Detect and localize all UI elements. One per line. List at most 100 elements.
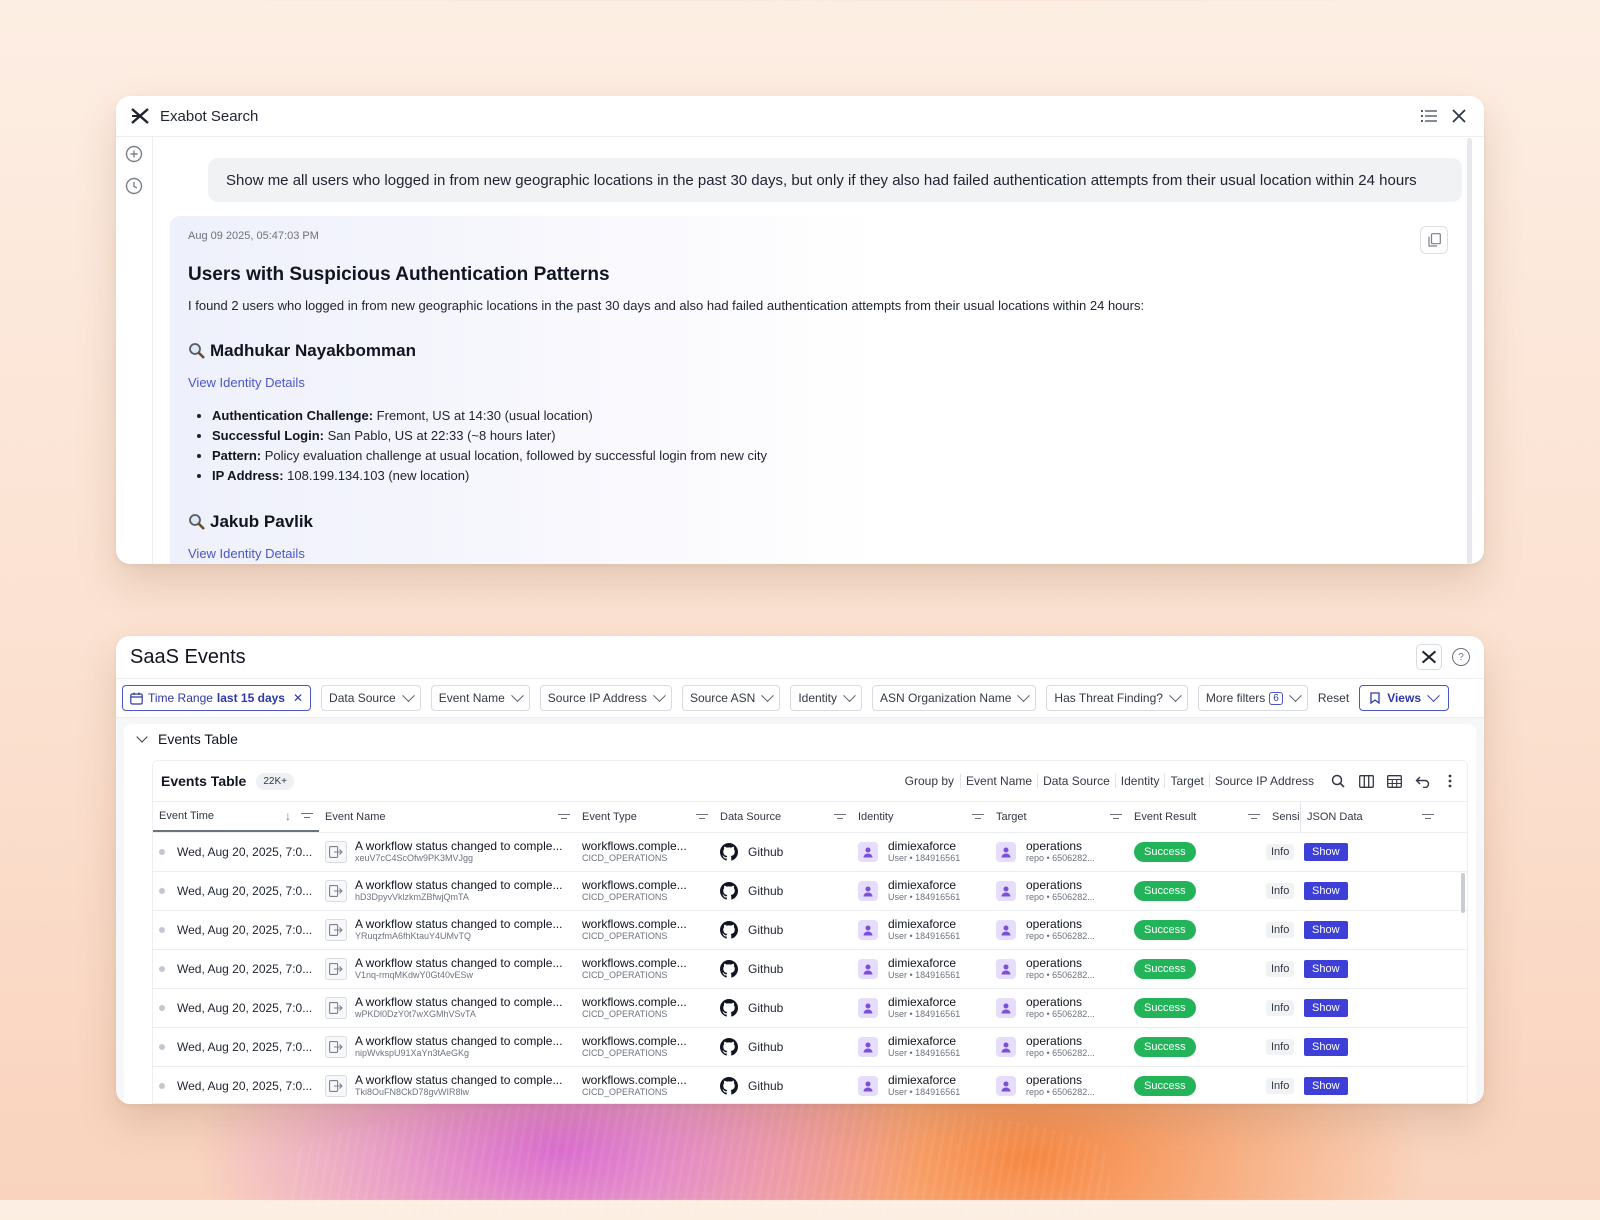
- identity-cell: dimiexaforce User • 184916561: [852, 911, 990, 949]
- chevron-down-icon[interactable]: [136, 731, 148, 743]
- group-by-identity[interactable]: Identity: [1114, 774, 1165, 788]
- json-data-cell: Show: [1300, 1028, 1440, 1066]
- table-row[interactable]: Wed, Aug 20, 2025, 7:0... A workflow sta…: [153, 911, 1467, 950]
- help-icon[interactable]: ?: [1452, 648, 1470, 666]
- event-name-filter[interactable]: Event Name: [430, 685, 530, 711]
- sensitivity-badge: Info: [1266, 1039, 1295, 1055]
- table-row[interactable]: Wed, Aug 20, 2025, 7:0... A workflow sta…: [153, 989, 1467, 1028]
- source-ip-filter[interactable]: Source IP Address: [539, 685, 672, 711]
- column-header-sensitivity[interactable]: Sensi: [1266, 802, 1300, 832]
- user-query-bubble: Show me all users who logged in from new…: [208, 158, 1462, 202]
- row-count-badge: 22K+: [256, 772, 294, 790]
- events-section-header[interactable]: Events Table: [124, 724, 1476, 754]
- view-identity-details-link[interactable]: View Identity Details: [188, 546, 305, 561]
- user-avatar-icon: [996, 842, 1016, 862]
- show-json-button[interactable]: Show: [1304, 999, 1348, 1017]
- user-avatar-icon: [858, 998, 878, 1018]
- undo-icon[interactable]: [1413, 772, 1431, 790]
- magnifier-icon: [189, 514, 205, 530]
- filter-icon[interactable]: [972, 813, 984, 822]
- table-row[interactable]: Wed, Aug 20, 2025, 7:0... A workflow sta…: [153, 1067, 1467, 1103]
- column-header-identity[interactable]: Identity: [852, 802, 990, 832]
- time-range-filter[interactable]: Time Range last 15 days ✕: [122, 685, 312, 711]
- page-title: SaaS Events: [130, 645, 246, 668]
- user-avatar-icon: [996, 959, 1016, 979]
- event-result-cell: Success: [1128, 1067, 1266, 1103]
- json-data-cell: Show: [1300, 989, 1440, 1027]
- search-icon[interactable]: [1329, 772, 1347, 790]
- close-icon[interactable]: [1448, 105, 1470, 127]
- column-header-target[interactable]: Target: [990, 802, 1128, 832]
- table-row[interactable]: Wed, Aug 20, 2025, 7:0... A workflow sta…: [153, 950, 1467, 989]
- list-item: Successful Login: San Pablo, US at 22:33…: [212, 426, 1444, 446]
- user-avatar-icon: [858, 1037, 878, 1057]
- group-by-event-name[interactable]: Event Name: [960, 774, 1037, 788]
- chat-scrollbar[interactable]: [1467, 138, 1472, 564]
- copy-icon[interactable]: [1420, 226, 1448, 254]
- clear-filter-icon[interactable]: ✕: [293, 691, 303, 705]
- filter-icon[interactable]: [696, 813, 708, 822]
- filter-icon[interactable]: [1422, 813, 1434, 822]
- table-row[interactable]: Wed, Aug 20, 2025, 7:0... A workflow sta…: [153, 1028, 1467, 1067]
- identity-cell: dimiexaforce User • 184916561: [852, 1067, 990, 1103]
- show-json-button[interactable]: Show: [1304, 921, 1348, 939]
- list-icon[interactable]: [1418, 105, 1440, 127]
- identity-filter[interactable]: Identity: [790, 685, 863, 711]
- exabot-launch-button[interactable]: [1416, 644, 1442, 670]
- identity-cell: dimiexaforce User • 184916561: [852, 1028, 990, 1066]
- exabot-search-panel: Exabot Search Show me all users who logg…: [116, 96, 1484, 564]
- saas-header: SaaS Events ?: [116, 636, 1484, 679]
- filter-icon[interactable]: [834, 813, 846, 822]
- json-data-cell: Show: [1300, 1067, 1440, 1103]
- github-icon: [720, 960, 738, 978]
- sensitivity-badge: Info: [1266, 883, 1295, 899]
- column-header-event-name[interactable]: Event Name: [319, 802, 576, 832]
- table-row[interactable]: Wed, Aug 20, 2025, 7:0... A workflow sta…: [153, 872, 1467, 911]
- new-chat-icon[interactable]: [124, 144, 144, 164]
- event-time-cell: Wed, Aug 20, 2025, 7:0...: [153, 1067, 319, 1103]
- group-by-data-source[interactable]: Data Source: [1037, 774, 1115, 788]
- github-icon: [720, 882, 738, 900]
- column-header-event-result[interactable]: Event Result: [1128, 802, 1266, 832]
- column-header-event-type[interactable]: Event Type: [576, 802, 714, 832]
- filter-icon[interactable]: [1248, 813, 1260, 822]
- filter-icon[interactable]: [558, 813, 570, 822]
- history-icon[interactable]: [124, 176, 144, 196]
- more-options-icon[interactable]: [1441, 772, 1459, 790]
- threat-finding-filter[interactable]: Has Threat Finding?: [1046, 685, 1188, 711]
- group-by-target[interactable]: Target: [1164, 774, 1208, 788]
- table-grid-icon[interactable]: [1385, 772, 1403, 790]
- column-header-data-source[interactable]: Data Source: [714, 802, 852, 832]
- sort-down-icon[interactable]: ↓: [285, 809, 291, 823]
- show-json-button[interactable]: Show: [1304, 960, 1348, 978]
- group-by-source-ip[interactable]: Source IP Address: [1208, 774, 1319, 788]
- show-json-button[interactable]: Show: [1304, 1077, 1348, 1095]
- sensitivity-cell: Info: [1266, 950, 1300, 988]
- table-scrollbar[interactable]: [1461, 873, 1465, 913]
- show-json-button[interactable]: Show: [1304, 843, 1348, 861]
- bookmark-icon: [1370, 692, 1380, 704]
- asn-org-filter[interactable]: ASN Organization Name: [872, 685, 1037, 711]
- user-avatar-icon: [858, 881, 878, 901]
- views-button[interactable]: Views: [1359, 685, 1449, 711]
- show-json-button[interactable]: Show: [1304, 882, 1348, 900]
- data-source-filter[interactable]: Data Source: [321, 685, 421, 711]
- event-result-cell: Success: [1128, 1028, 1266, 1066]
- table-header: Event Time ↓ Event Name Event Type Data S…: [153, 802, 1467, 833]
- response-heading: Users with Suspicious Authentication Pat…: [188, 264, 610, 285]
- more-filters-button[interactable]: More filters 6: [1197, 685, 1308, 711]
- filter-icon[interactable]: [1110, 813, 1122, 822]
- table-row[interactable]: Wed, Aug 20, 2025, 7:0... A workflow sta…: [153, 833, 1467, 872]
- target-cell: operations repo • 6506282...: [990, 950, 1128, 988]
- source-asn-filter[interactable]: Source ASN: [681, 685, 781, 711]
- filter-icon[interactable]: [301, 812, 313, 821]
- reset-button[interactable]: Reset: [1318, 691, 1349, 705]
- show-json-button[interactable]: Show: [1304, 1038, 1348, 1056]
- column-header-json-data[interactable]: JSON Data: [1300, 802, 1440, 832]
- timeline-dot: [159, 1005, 165, 1011]
- github-icon: [720, 843, 738, 861]
- columns-icon[interactable]: [1357, 772, 1375, 790]
- column-header-event-time[interactable]: Event Time ↓: [153, 802, 319, 832]
- view-identity-details-link[interactable]: View Identity Details: [188, 375, 305, 390]
- event-name-cell: A workflow status changed to comple... hD…: [319, 872, 576, 910]
